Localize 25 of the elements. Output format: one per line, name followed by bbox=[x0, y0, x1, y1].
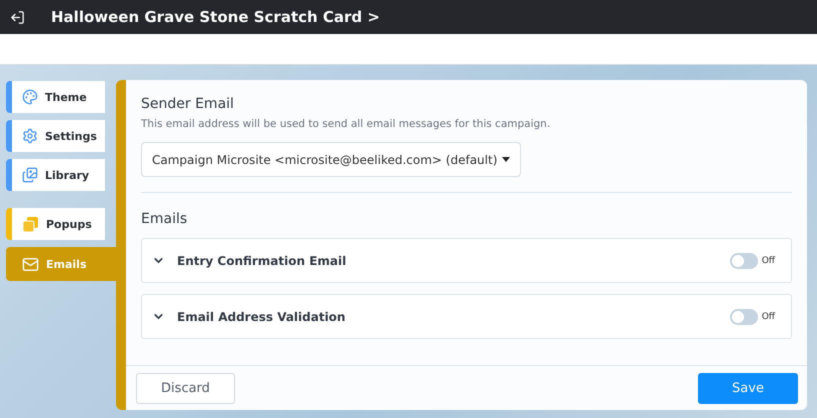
sidebar-item[interactable]: Theme bbox=[6, 81, 105, 113]
stacked-windows-icon bbox=[22, 216, 39, 232]
images-icon bbox=[22, 167, 38, 183]
caret-icon bbox=[502, 157, 510, 162]
email-label: Entry Confirmation Email bbox=[177, 254, 348, 268]
toggle-switch[interactable] bbox=[730, 308, 758, 324]
sidebar-item[interactable]: Settings bbox=[6, 120, 105, 152]
toggle-state-label: Off bbox=[762, 312, 775, 322]
section-title: Sender Email bbox=[141, 96, 235, 112]
email-row[interactable]: Email Address Validation Off bbox=[141, 294, 792, 339]
palette-icon bbox=[22, 89, 38, 105]
section-description: This email address will be used to send all email messages for this campaign. bbox=[141, 118, 552, 130]
sidebar-item[interactable]: Library bbox=[6, 159, 105, 191]
email-row[interactable]: Entry Confirmation Email Off bbox=[141, 238, 792, 283]
email-label: Email Address Validation bbox=[177, 310, 346, 324]
discard-button[interactable]: Discard bbox=[136, 372, 235, 404]
toggle-switch[interactable] bbox=[730, 252, 758, 268]
mail-icon bbox=[22, 256, 39, 272]
sender-email-dropdown[interactable]: Campaign Microsite <microsite@beeliked.com> (default) bbox=[141, 142, 522, 177]
page-title: Halloween Grave Stone Scratch Card > bbox=[51, 8, 380, 26]
section-title: Emails bbox=[141, 211, 188, 227]
sidebar-item[interactable]: Popups bbox=[6, 208, 105, 240]
exit-icon[interactable] bbox=[10, 10, 25, 24]
toggle-state-label: Off bbox=[762, 256, 775, 266]
gear-icon bbox=[22, 128, 38, 144]
